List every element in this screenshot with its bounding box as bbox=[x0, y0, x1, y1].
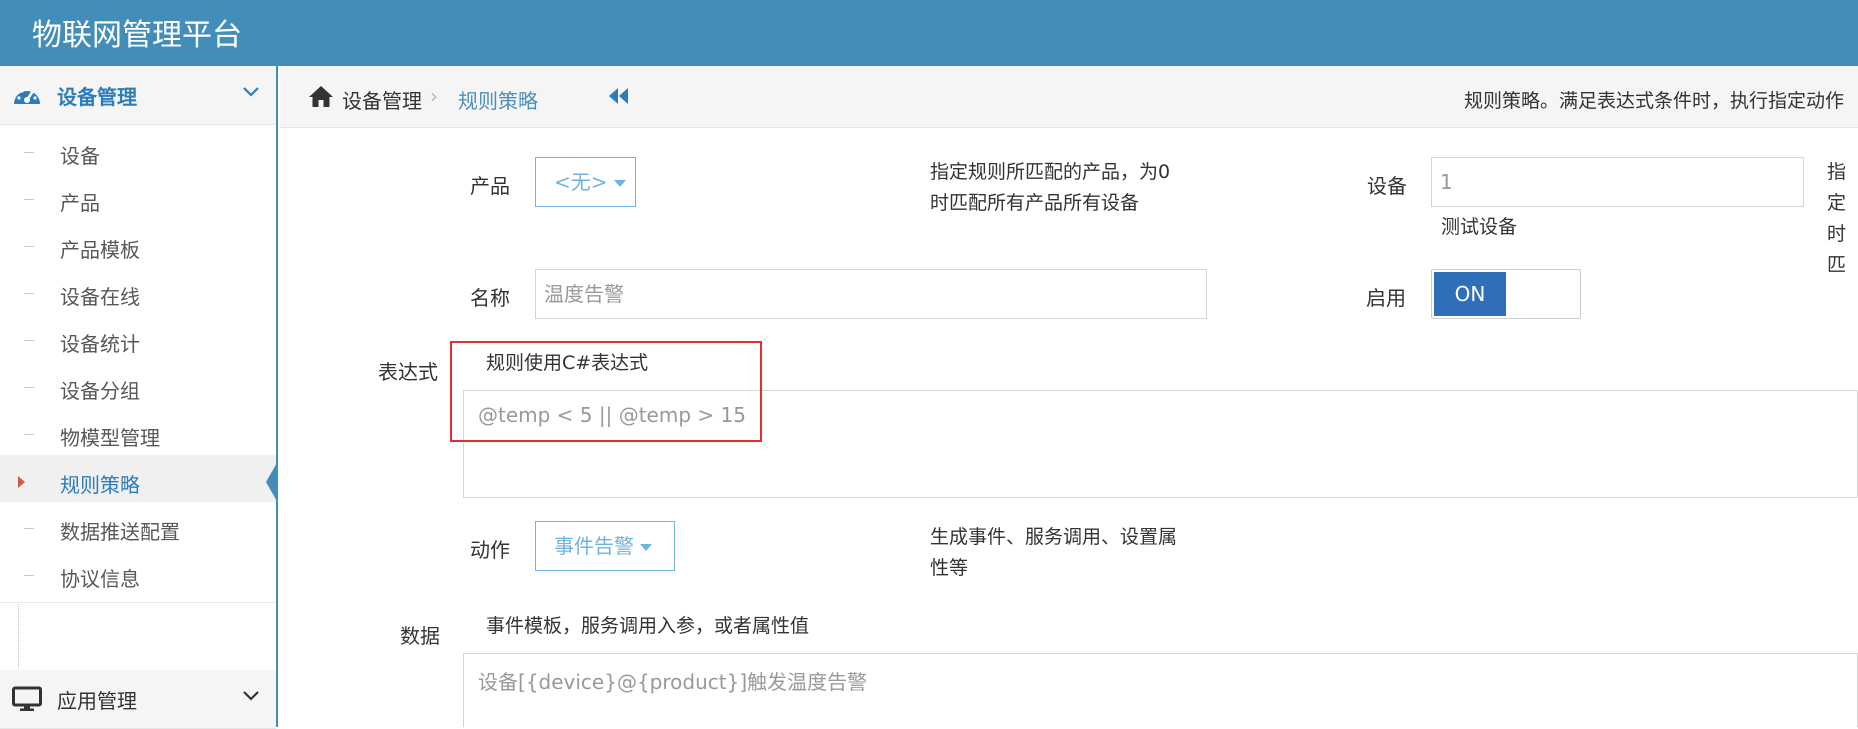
sidebar-item-label: 数据推送配置 bbox=[60, 520, 180, 544]
sidebar-item-label: 物模型管理 bbox=[60, 426, 160, 450]
page-description: 规则策略。满足表达式条件时，执行指定动作 bbox=[1464, 90, 1845, 112]
data-label: 数据 bbox=[400, 624, 440, 648]
highlight-box bbox=[450, 341, 762, 442]
sidebar-group-app-management[interactable]: 应用管理 bbox=[0, 670, 276, 729]
chevron-down-icon bbox=[242, 83, 260, 102]
sidebar-item-protocol[interactable]: 协议信息 bbox=[0, 549, 276, 603]
caret-right-icon bbox=[18, 476, 25, 488]
sidebar-item-label: 设备在线 bbox=[60, 285, 140, 309]
breadcrumb-current: 规则策略 bbox=[458, 89, 538, 113]
collapse-sidebar-icon[interactable] bbox=[608, 86, 630, 110]
sidebar-item-product[interactable]: 产品 bbox=[0, 173, 276, 227]
caret-down-icon bbox=[613, 180, 626, 187]
device-label: 设备 bbox=[1367, 174, 1407, 198]
expression-label: 表达式 bbox=[378, 360, 438, 384]
sidebar-item-device-online[interactable]: 设备在线 bbox=[0, 267, 276, 321]
sidebar-item-rule-policy[interactable]: 规则策略 bbox=[0, 455, 278, 509]
breadcrumb: 设备管理 › 规则策略 规则策略。满足表达式条件时，执行指定动作 bbox=[280, 66, 1858, 128]
product-select[interactable]: <无> bbox=[535, 157, 636, 207]
sidebar-group-label: 应用管理 bbox=[57, 689, 137, 713]
product-hint: 指定规则所匹配的产品，为0 时匹配所有产品所有设备 bbox=[930, 161, 1171, 214]
home-icon[interactable] bbox=[308, 84, 334, 112]
app-title[interactable]: 物联网管理平台 bbox=[32, 10, 242, 54]
sidebar-item-label: 设备分组 bbox=[60, 379, 140, 403]
sidebar-group-label: 设备管理 bbox=[57, 85, 137, 109]
dashboard-icon bbox=[12, 82, 42, 112]
sidebar-item-label: 设备统计 bbox=[60, 332, 140, 356]
name-label: 名称 bbox=[470, 286, 510, 310]
sidebar-item-label: 规则策略 bbox=[60, 473, 140, 497]
device-name-text: 测试设备 bbox=[1441, 216, 1518, 238]
action-label: 动作 bbox=[470, 538, 510, 562]
breadcrumb-parent[interactable]: 设备管理 bbox=[342, 85, 422, 114]
action-select-value: 事件告警 bbox=[554, 534, 634, 558]
sidebar-item-label: 产品 bbox=[60, 191, 100, 215]
desktop-icon bbox=[12, 686, 42, 716]
sidebar: 设备管理 设备 产品 产品模板 设备在线 设备统计 设备分组 物模型管理 规则策… bbox=[0, 66, 278, 729]
enable-toggle[interactable]: ON bbox=[1431, 269, 1581, 319]
sidebar-item-product-template[interactable]: 产品模板 bbox=[0, 220, 276, 274]
name-input[interactable]: 温度告警 bbox=[535, 269, 1207, 319]
product-label: 产品 bbox=[470, 174, 510, 198]
action-hint: 生成事件、服务调用、设置属 性等 bbox=[930, 526, 1178, 579]
product-select-value: <无> bbox=[554, 170, 608, 194]
data-textarea[interactable]: 设备[{device}@{product}]触发温度告警 bbox=[463, 653, 1858, 727]
data-hint: 事件模板，服务调用入参，或者属性值 bbox=[486, 615, 810, 637]
top-header: 物联网管理平台 bbox=[0, 0, 1858, 66]
device-hint: 指定 时匹 bbox=[1827, 161, 1847, 276]
active-indicator bbox=[266, 461, 278, 503]
sidebar-item-data-push[interactable]: 数据推送配置 bbox=[0, 502, 276, 556]
sidebar-item-device[interactable]: 设备 bbox=[0, 126, 276, 180]
sidebar-item-label: 设备 bbox=[60, 144, 100, 168]
enable-label: 启用 bbox=[1366, 286, 1406, 310]
sidebar-item-device-stats[interactable]: 设备统计 bbox=[0, 314, 276, 368]
breadcrumb-separator: › bbox=[430, 84, 438, 108]
caret-down-icon bbox=[640, 544, 652, 551]
device-input[interactable]: 1 bbox=[1431, 157, 1804, 207]
sidebar-item-thing-model[interactable]: 物模型管理 bbox=[0, 408, 276, 462]
sidebar-item-label: 协议信息 bbox=[60, 567, 140, 591]
sidebar-item-device-group[interactable]: 设备分组 bbox=[0, 361, 276, 415]
action-select[interactable]: 事件告警 bbox=[535, 521, 675, 571]
sidebar-item-label: 产品模板 bbox=[60, 238, 140, 262]
chevron-down-icon bbox=[242, 687, 260, 706]
sidebar-group-device-management[interactable]: 设备管理 bbox=[0, 66, 276, 125]
toggle-on-label: ON bbox=[1434, 272, 1506, 316]
